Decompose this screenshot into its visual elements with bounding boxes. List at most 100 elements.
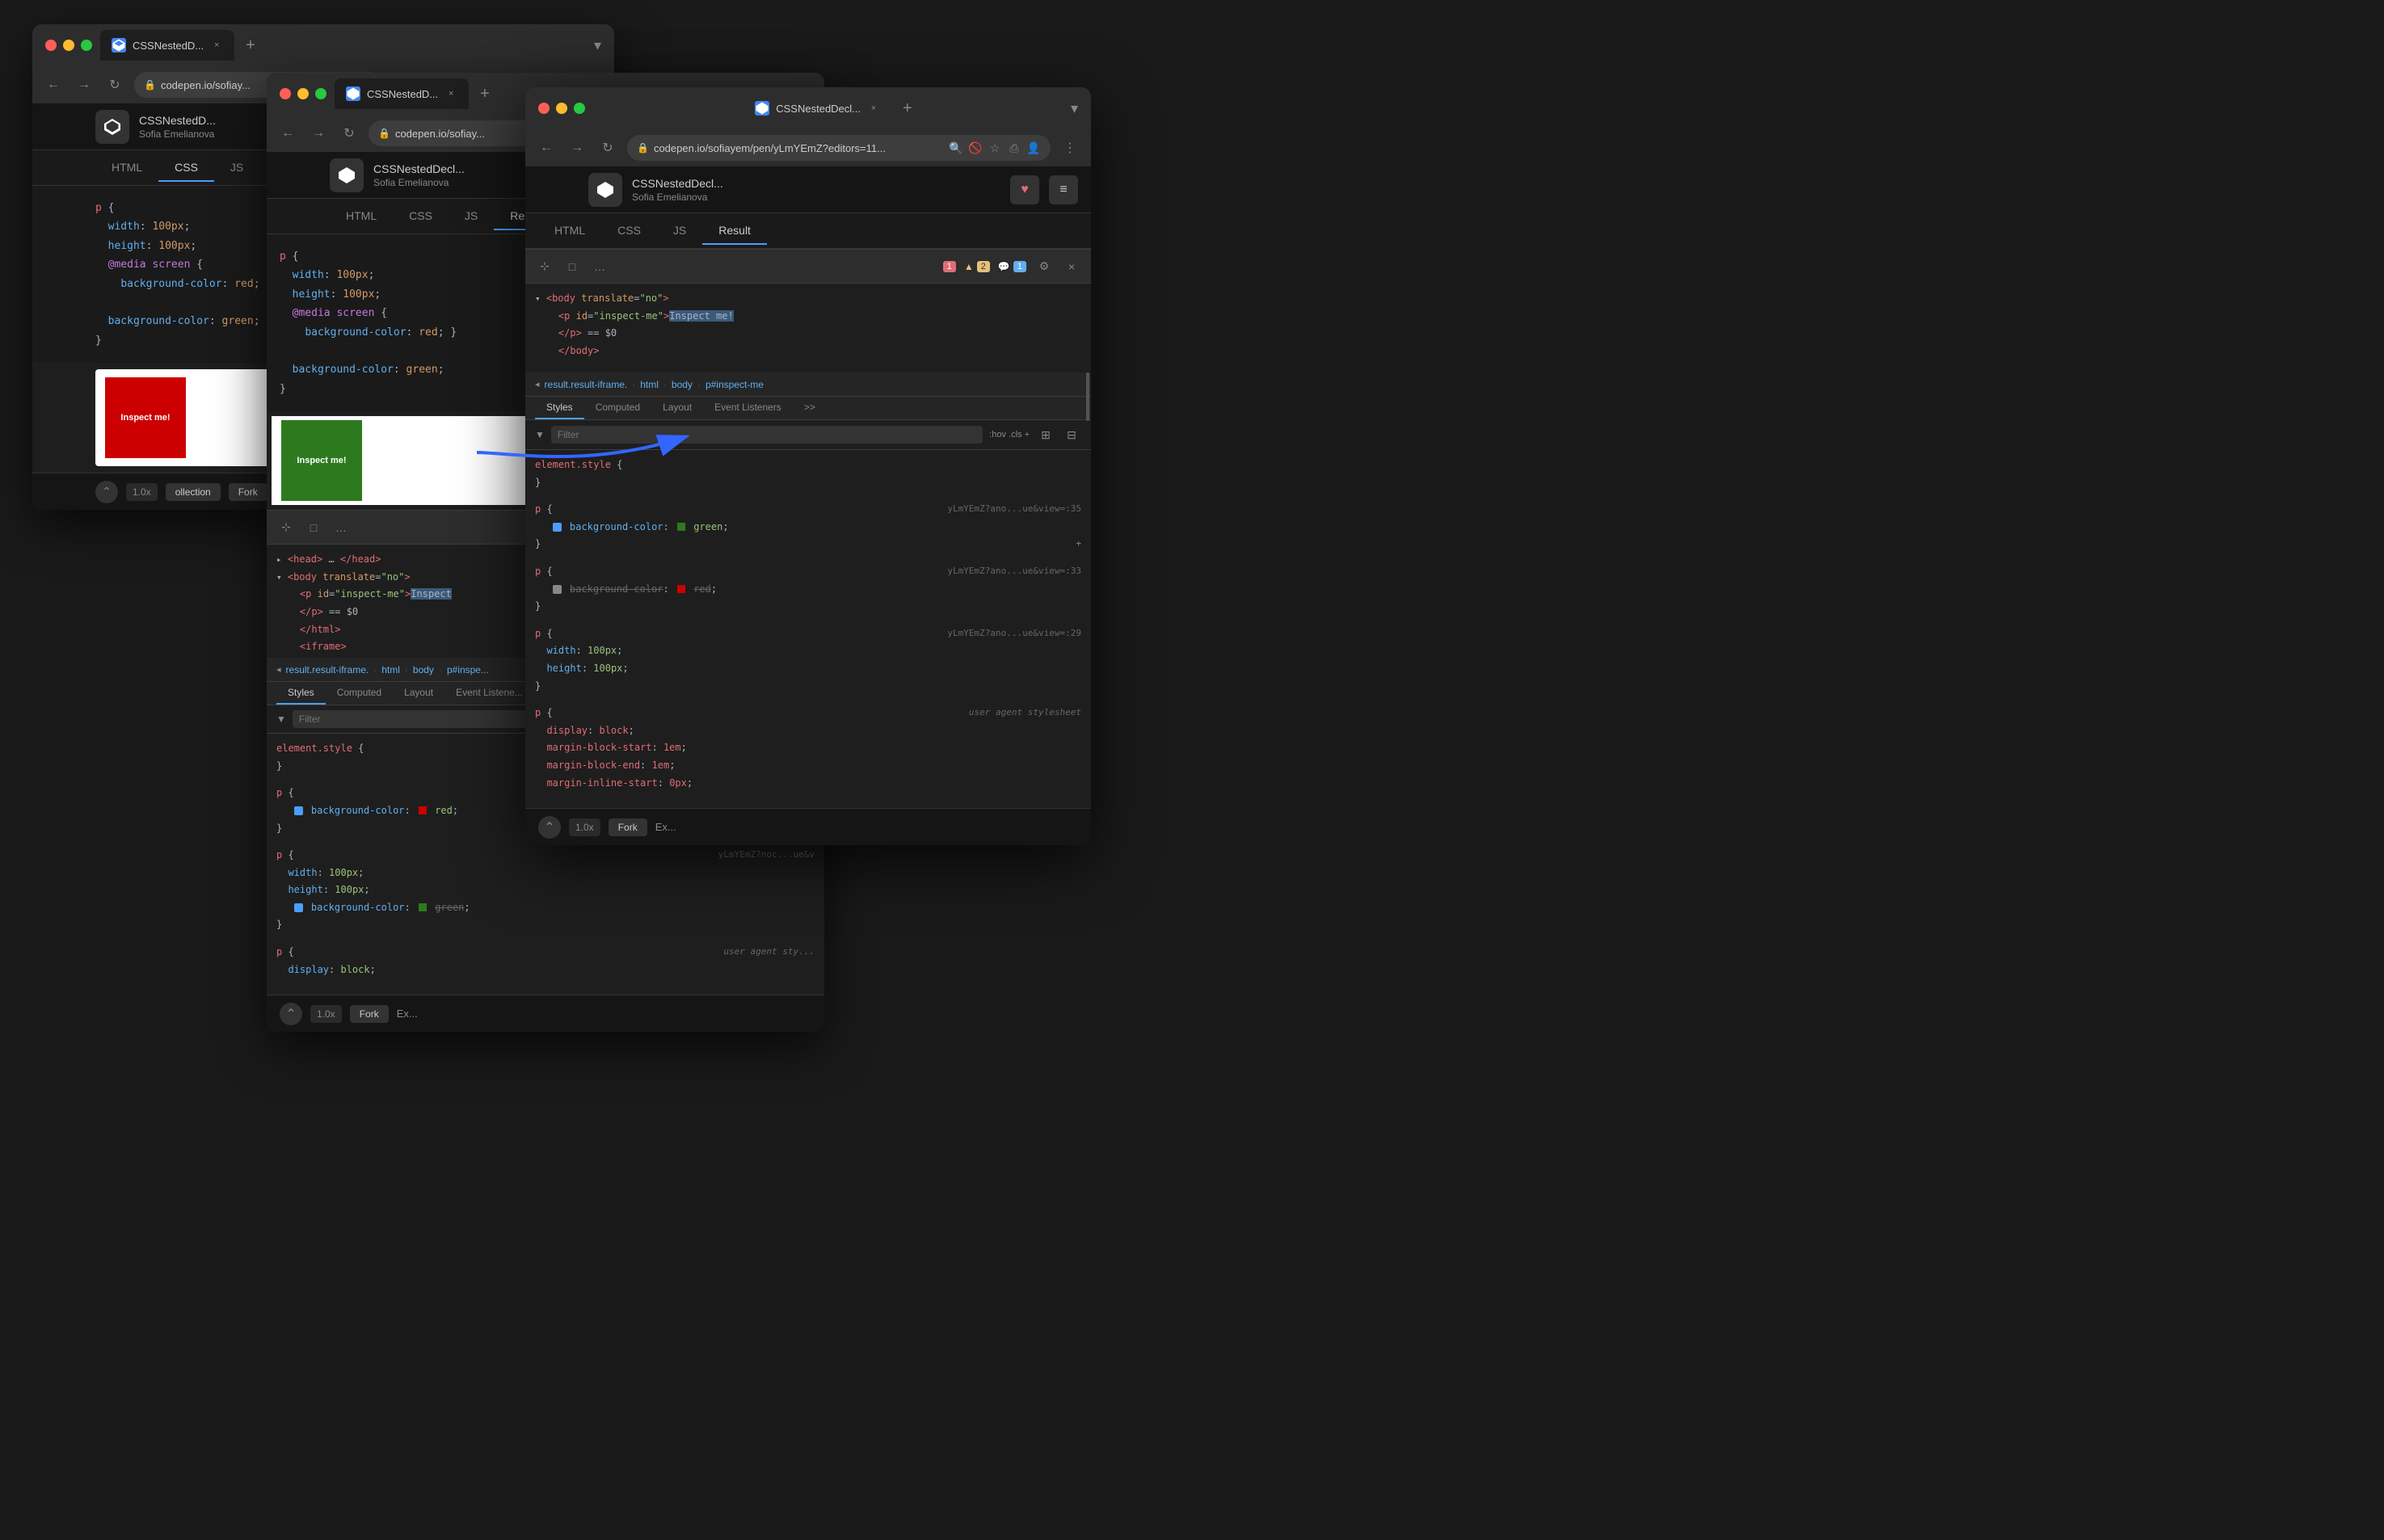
w3-bc-body[interactable]: body [672, 379, 693, 390]
w3-checkbox-red[interactable] [553, 585, 562, 594]
window3-tab-close[interactable]: × [867, 102, 880, 115]
w3-dt-error-badge[interactable]: 1 [943, 261, 956, 272]
w2-fork-button[interactable]: Fork [350, 1005, 389, 1023]
window2-close-btn[interactable] [280, 88, 291, 99]
window2-tab[interactable]: CSSNestedD... × [335, 78, 469, 109]
window1-minimize-btn[interactable] [63, 40, 74, 51]
bc-html[interactable]: html [381, 664, 400, 675]
w2-styles-tab-events[interactable]: Event Listene... [444, 682, 534, 705]
w2-forward-button[interactable]: → [307, 122, 330, 145]
w3-dt-device-icon[interactable]: □ [562, 257, 582, 276]
w3-filter-input[interactable] [551, 426, 983, 444]
tab-css[interactable]: CSS [158, 154, 214, 182]
w3-url-bar[interactable]: 🔒 codepen.io/sofiayem/pen/yLmYEmZ?editor… [627, 135, 1051, 161]
w3-dt-cursor-icon[interactable]: ⊹ [535, 257, 554, 276]
window2-maximize-btn[interactable] [315, 88, 326, 99]
w3-no-image-icon[interactable]: 🚫 [968, 141, 983, 155]
expand-button[interactable]: ⌃ [95, 481, 118, 503]
w3-styles-tab-computed[interactable]: Computed [584, 397, 651, 419]
w3-tab-result[interactable]: Result [702, 217, 767, 245]
w3-bc-html[interactable]: html [640, 379, 659, 390]
w3-rule-p-green: yLmYEmZ?ano...ue&view=:35 p { background… [535, 501, 1081, 553]
w3-forward-button[interactable]: → [566, 137, 588, 159]
w2-checkbox-1[interactable] [294, 806, 303, 815]
w3-col-icon[interactable]: ⊞ [1036, 425, 1055, 444]
window1-menu[interactable]: ▾ [594, 37, 601, 54]
w2-expand-button[interactable]: ⌃ [280, 1003, 302, 1025]
w3-expand-button[interactable]: ⌃ [538, 816, 561, 839]
window1-tab[interactable]: CSSNestedD... × [100, 30, 234, 61]
refresh-button[interactable]: ↻ [103, 74, 126, 96]
window3-new-tab[interactable]: + [903, 99, 912, 118]
w2-styles-tab-computed[interactable]: Computed [326, 682, 393, 705]
back-button[interactable]: ← [42, 74, 65, 96]
w3-dt-warning-badge[interactable]: ▲ 2 [964, 261, 990, 272]
w3-styles-tab-events[interactable]: Event Listeners [703, 397, 793, 419]
window3-minimize-btn[interactable] [556, 103, 567, 114]
w3-tab-html[interactable]: HTML [538, 217, 601, 245]
w2-refresh-button[interactable]: ↻ [338, 122, 360, 145]
w3-dt-more-icon[interactable]: … [590, 257, 609, 276]
w2-styles-tab-styles[interactable]: Styles [276, 682, 326, 705]
w3-bc-p[interactable]: p#inspect-me [706, 379, 764, 390]
w3-tab-js[interactable]: JS [657, 217, 702, 245]
w3-bc-result[interactable]: result.result-iframe. [545, 379, 628, 390]
fork-button[interactable]: Fork [229, 483, 267, 501]
w3-dt-info-badge[interactable]: 💬 1 [998, 261, 1026, 272]
w2-styles-tab-layout[interactable]: Layout [393, 682, 444, 705]
w3-scrollbar[interactable] [1086, 372, 1089, 421]
w3-layout-button[interactable]: ≡ [1049, 175, 1078, 204]
window3-tab[interactable]: CSSNestedDecl... × [743, 93, 891, 124]
zoom-level[interactable]: 1.0x [126, 483, 158, 501]
window1-close-btn[interactable] [45, 40, 57, 51]
window2-minimize-btn[interactable] [297, 88, 309, 99]
w3-favicon [755, 101, 769, 116]
w3-heart-button[interactable]: ♥ [1010, 175, 1039, 204]
bc-p[interactable]: p#inspe... [447, 664, 489, 675]
w3-dt-settings-icon[interactable]: ⚙ [1034, 257, 1054, 276]
w3-star-icon[interactable]: ☆ [988, 141, 1002, 155]
dt-cursor-icon[interactable]: ⊹ [276, 518, 296, 537]
collection-button[interactable]: ollection [166, 483, 221, 501]
w3-dt-close-icon[interactable]: × [1062, 257, 1081, 276]
window3-maximize-btn[interactable] [574, 103, 585, 114]
dt-more-icon[interactable]: … [331, 518, 351, 537]
inspect-box-red: Inspect me! [105, 377, 186, 458]
w3-styles-tab-more[interactable]: >> [793, 397, 827, 419]
w3-avatar-icon[interactable]: 👤 [1026, 141, 1041, 155]
w3-share-icon[interactable]: ⎙ [1007, 141, 1021, 155]
w3-refresh-button[interactable]: ↻ [596, 137, 619, 159]
tab-html[interactable]: HTML [95, 154, 158, 182]
w2-tab-js[interactable]: JS [449, 203, 494, 230]
w2-checkbox-2[interactable] [294, 903, 303, 912]
w3-filter-hint[interactable]: :hov .cls + [989, 430, 1030, 440]
dt-device-icon[interactable]: □ [304, 518, 323, 537]
w2-tab-html[interactable]: HTML [330, 203, 393, 230]
tab-js[interactable]: JS [214, 154, 259, 182]
window1-new-tab[interactable]: + [246, 36, 255, 55]
w3-fork-button[interactable]: Fork [609, 818, 647, 836]
w3-zoom-icon[interactable]: 🔍 [949, 141, 963, 155]
w3-styles-tab-styles[interactable]: Styles [535, 397, 584, 419]
w3-back-button[interactable]: ← [535, 137, 558, 159]
window2-new-tab[interactable]: + [480, 85, 490, 103]
window1-maximize-btn[interactable] [81, 40, 92, 51]
window3-tab-label: CSSNestedDecl... [776, 103, 861, 115]
w3-styles-tab-layout[interactable]: Layout [651, 397, 703, 419]
w3-add-prop[interactable]: + [1076, 536, 1081, 552]
bc-result[interactable]: result.result-iframe. [286, 664, 369, 675]
w3-checkbox-green[interactable] [553, 523, 562, 532]
window3-menu[interactable]: ▾ [1071, 100, 1078, 117]
w3-more-menu[interactable]: ⋮ [1059, 137, 1081, 159]
w2-back-button[interactable]: ← [276, 122, 299, 145]
w2-tab-css[interactable]: CSS [393, 203, 449, 230]
window1-tab-close[interactable]: × [210, 39, 223, 52]
bc-body[interactable]: body [413, 664, 434, 675]
w3-layout-icon[interactable]: ⊟ [1062, 425, 1081, 444]
w3-zoom-level[interactable]: 1.0x [569, 818, 600, 836]
w2-zoom-level[interactable]: 1.0x [310, 1005, 342, 1023]
window2-tab-close[interactable]: × [444, 87, 457, 100]
window3-close-btn[interactable] [538, 103, 550, 114]
forward-button[interactable]: → [73, 74, 95, 96]
w3-tab-css[interactable]: CSS [601, 217, 657, 245]
